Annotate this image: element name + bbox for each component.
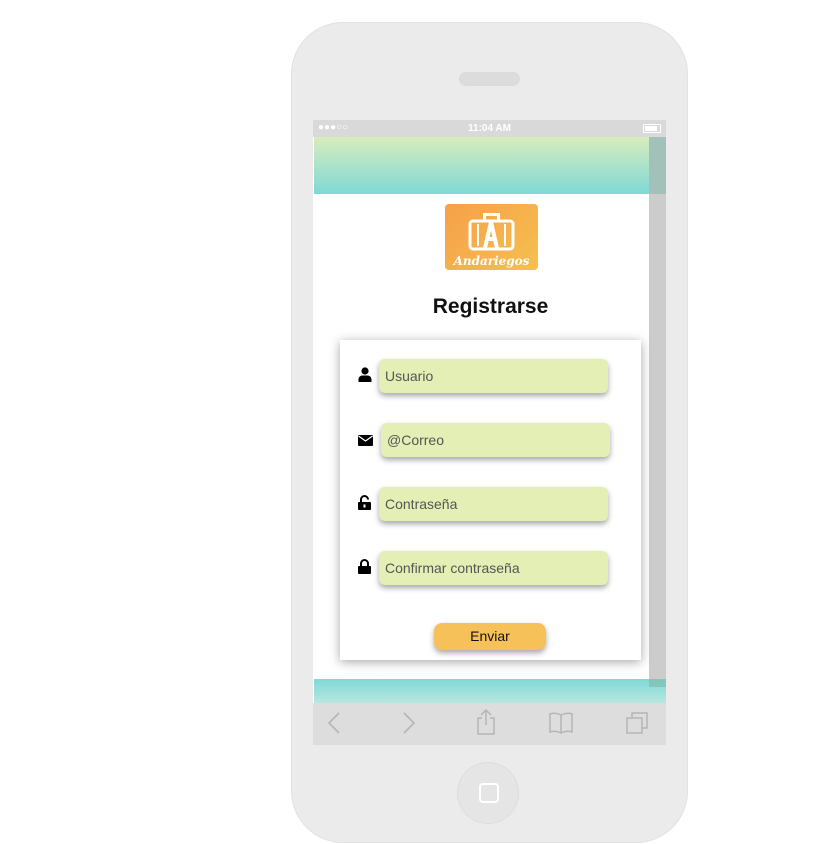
contrasena-input[interactable]: Contraseña: [379, 487, 608, 521]
scrollbar-track-top: [649, 137, 666, 194]
back-icon[interactable]: [327, 711, 341, 740]
correo-input[interactable]: @Correo: [381, 423, 610, 457]
status-bar: ●●●○○ 11:04 AM: [313, 120, 666, 137]
app-logo: Andariegos: [445, 204, 538, 270]
header-gradient: [314, 137, 666, 194]
tabs-icon[interactable]: [625, 711, 649, 740]
phone-frame: ●●●○○ 11:04 AM Andariegos Registrarse Us…: [291, 22, 688, 843]
usuario-input[interactable]: Usuario: [379, 359, 608, 393]
scrollbar-track-bottom: [649, 679, 666, 687]
browser-toolbar: [313, 703, 666, 745]
home-square-icon: [479, 783, 499, 803]
lock-icon: [358, 559, 371, 579]
status-time: 11:04 AM: [468, 123, 511, 134]
unlock-icon: [358, 495, 371, 515]
battery-icon: [643, 124, 661, 133]
share-icon[interactable]: [476, 708, 496, 741]
page-title: Registrarse: [432, 295, 549, 318]
scrollbar[interactable]: [649, 137, 666, 686]
confirmar-contrasena-input[interactable]: Confirmar contraseña: [379, 551, 608, 585]
phone-speaker: [459, 72, 520, 86]
bookmarks-icon[interactable]: [548, 711, 574, 740]
footer-gradient: [314, 679, 666, 703]
home-button[interactable]: [457, 762, 519, 824]
register-form-card: Usuario @Correo Contraseña Confirmar con…: [340, 340, 641, 660]
envelope-icon: [358, 433, 373, 451]
logo-text: Andariegos: [453, 254, 530, 268]
phone-screen: ●●●○○ 11:04 AM Andariegos Registrarse Us…: [313, 120, 666, 745]
user-icon: [358, 367, 372, 387]
enviar-button[interactable]: Enviar: [434, 623, 546, 650]
forward-icon[interactable]: [402, 711, 416, 740]
